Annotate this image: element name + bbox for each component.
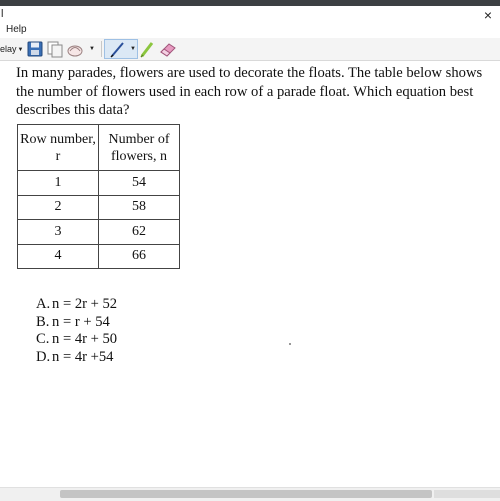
horizontal-scrollbar[interactable] [0, 487, 500, 501]
save-icon [27, 41, 43, 57]
menu-bar: Help [0, 24, 500, 38]
close-button[interactable]: × [480, 7, 496, 23]
choice-letter: D. [36, 348, 51, 365]
table-header-row-number: Row number, r [17, 124, 99, 171]
table-cell: 2 [17, 194, 99, 220]
highlighter-button[interactable] [139, 40, 155, 58]
table-row: 4 66 [17, 243, 180, 269]
table-header-row: Row number, r Number of flowers, n [17, 124, 180, 171]
table-cell: 58 [98, 194, 180, 220]
choice-text: n = r + 54 [52, 313, 110, 330]
window-title: l [1, 8, 4, 20]
table-row: 1 54 [17, 170, 180, 196]
choice-text: n = 4r + 50 [52, 331, 118, 347]
choice-a: A. n = 2r + 52 [36, 296, 117, 314]
choice-letter: B. [36, 313, 50, 330]
table-cell: 66 [98, 243, 180, 269]
choice-d: D. n = 4r +54 [36, 349, 117, 367]
chevron-down-icon: ▼ [17, 46, 24, 53]
data-table: Row number, r Number of flowers, n 1 54 … [17, 124, 180, 269]
stamp-icon [67, 45, 83, 57]
scrollbar-thumb[interactable] [60, 490, 432, 498]
save-button[interactable] [27, 40, 43, 58]
delay-dropdown[interactable]: elay▼ [0, 40, 26, 58]
pen-tool-button[interactable]: ▼ [104, 39, 138, 59]
table-cell: 1 [17, 170, 99, 196]
table-cell: 3 [17, 219, 99, 245]
table-cell: 62 [98, 219, 180, 245]
choice-letter: A. [36, 296, 51, 312]
menu-help[interactable]: Help [6, 24, 27, 35]
answer-choices: A. n = 2r + 52 B. n = r + 54 C. n = 4r + 50… [36, 296, 117, 366]
highlighter-icon [140, 42, 154, 58]
choice-letter: C. [36, 331, 50, 347]
table-cell: 54 [98, 170, 180, 196]
chevron-down-icon[interactable]: ▼ [89, 40, 97, 58]
delay-label: elay [0, 44, 17, 54]
eraser-icon [160, 43, 176, 57]
ink-dot [289, 343, 291, 345]
copy-icon [47, 41, 63, 58]
toolbar: elay▼ ▼ ▼ [0, 38, 500, 61]
table-header-flowers: Number of flowers, n [98, 124, 180, 171]
toolbar-separator [101, 41, 102, 57]
chevron-down-icon[interactable]: ▼ [130, 40, 136, 58]
question-text: In many parades, flowers are used to dec… [16, 65, 483, 118]
title-bar: l × [0, 6, 500, 24]
choice-text: n = 4r +54 [52, 348, 114, 365]
choice-c: C. n = 4r + 50 [36, 331, 117, 349]
table-row: 3 62 [17, 219, 180, 245]
pen-icon [110, 42, 124, 58]
eraser-button[interactable] [158, 40, 178, 58]
copy-button[interactable] [46, 40, 64, 58]
table-cell: 4 [17, 243, 99, 269]
table-row: 2 58 [17, 194, 180, 220]
choice-text: n = 2r + 52 [52, 296, 118, 312]
scrollbar-track-end[interactable] [434, 490, 500, 498]
stamp-button[interactable] [66, 40, 84, 58]
choice-b: B. n = r + 54 [36, 314, 117, 332]
